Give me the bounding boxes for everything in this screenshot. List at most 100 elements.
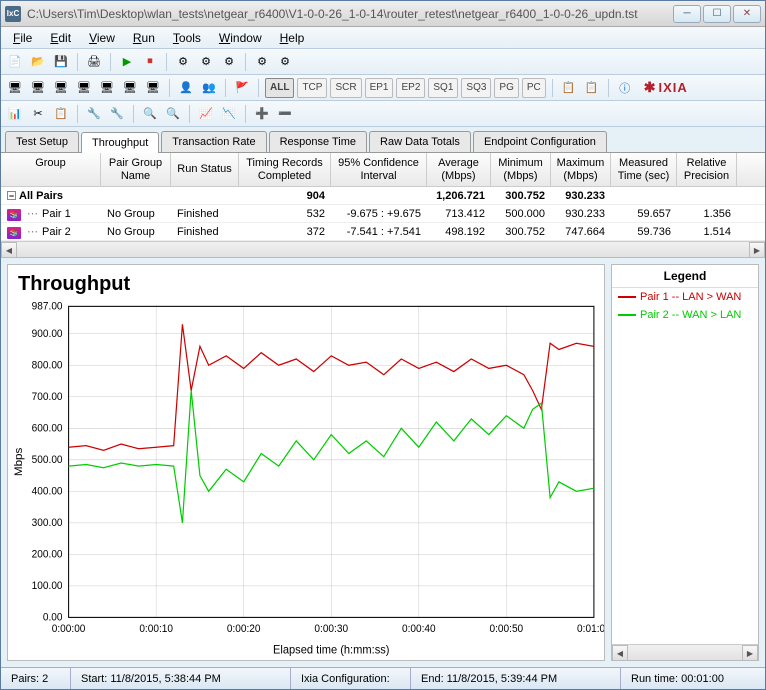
new-icon[interactable]: 📄 [5, 52, 25, 72]
results-grid: Group Pair Group Name Run Status Timing … [1, 153, 765, 258]
filter-sq1-button[interactable]: SQ1 [428, 78, 458, 98]
tab-transaction-rate[interactable]: Transaction Rate [161, 131, 266, 152]
svg-text:400.00: 400.00 [32, 487, 63, 498]
menu-help[interactable]: Help [272, 29, 313, 47]
svg-text:987.00: 987.00 [32, 302, 63, 313]
legend-title: Legend [612, 265, 758, 288]
net-icon-7[interactable]: 🖥 [143, 78, 163, 98]
net-icon-4[interactable]: 🖥 [74, 78, 94, 98]
net-icon-6[interactable]: 🖥 [120, 78, 140, 98]
tab-throughput[interactable]: Throughput [81, 132, 159, 153]
misc-icon-7[interactable]: 🔍 [163, 104, 183, 124]
tool-icon-4[interactable]: ⚙ [252, 52, 272, 72]
status-runtime: Run time: 00:01:00 [621, 668, 765, 689]
misc-icon-5[interactable]: 🔧 [107, 104, 127, 124]
menu-window[interactable]: Window [211, 29, 270, 47]
svg-text:0.00: 0.00 [43, 613, 63, 624]
col-pair-group[interactable]: Pair Group Name [101, 153, 171, 186]
close-button[interactable]: ✕ [733, 5, 761, 23]
net-icon-2[interactable]: 🖥 [28, 78, 48, 98]
save-icon[interactable]: 💾 [51, 52, 71, 72]
misc-icon-3[interactable]: 📋 [51, 104, 71, 124]
info-icon[interactable]: ⓘ [615, 78, 635, 98]
tool-icon-3[interactable]: ⚙ [219, 52, 239, 72]
legend-scroll-left-icon[interactable]: ◀ [612, 645, 628, 661]
scroll-track[interactable] [17, 242, 749, 257]
statusbar: Pairs: 2 Start: 11/8/2015, 5:38:44 PM Ix… [1, 667, 765, 689]
maximize-button[interactable]: ☐ [703, 5, 731, 23]
misc-icon-10[interactable]: ➕ [252, 104, 272, 124]
open-icon[interactable]: 📂 [28, 52, 48, 72]
col-relative-precision[interactable]: Relative Precision [677, 153, 737, 186]
menu-file[interactable]: File [5, 29, 40, 47]
misc-icon-2[interactable]: ✂ [28, 104, 48, 124]
tool-icon-1[interactable]: ⚙ [173, 52, 193, 72]
menu-view[interactable]: View [81, 29, 123, 47]
net-icon-3[interactable]: 🖥 [51, 78, 71, 98]
col-group[interactable]: Group [1, 153, 101, 186]
svg-text:Mbps: Mbps [13, 448, 25, 477]
tool-icon-5[interactable]: ⚙ [275, 52, 295, 72]
grid-header-row: Group Pair Group Name Run Status Timing … [1, 153, 765, 187]
col-confidence[interactable]: 95% Confidence Interval [331, 153, 427, 186]
doc-icon-1[interactable]: 📋 [559, 78, 579, 98]
svg-text:0:01:00: 0:01:00 [577, 624, 604, 635]
col-run-status[interactable]: Run Status [171, 153, 239, 186]
tab-response-time[interactable]: Response Time [269, 131, 367, 152]
col-timing[interactable]: Timing Records Completed [239, 153, 331, 186]
user-icon-2[interactable]: 👥 [199, 78, 219, 98]
filter-all-button[interactable]: ALL [265, 78, 294, 98]
svg-text:500.00: 500.00 [32, 455, 63, 466]
scroll-left-icon[interactable]: ◀ [1, 242, 17, 258]
menu-run[interactable]: Run [125, 29, 163, 47]
filter-pc-button[interactable]: PC [522, 78, 546, 98]
table-row[interactable]: −All Pairs9041,206.721300.752930.233 [1, 187, 765, 205]
minimize-button[interactable]: ─ [673, 5, 701, 23]
menu-tools[interactable]: Tools [165, 29, 209, 47]
print-icon[interactable]: 🖨 [84, 52, 104, 72]
misc-icon-8[interactable]: 📈 [196, 104, 216, 124]
filter-pg-button[interactable]: PG [494, 78, 518, 98]
misc-icon-6[interactable]: 🔍 [140, 104, 160, 124]
menu-edit[interactable]: Edit [42, 29, 79, 47]
doc-icon-2[interactable]: 📋 [582, 78, 602, 98]
scroll-right-icon[interactable]: ▶ [749, 242, 765, 258]
col-measured-time[interactable]: Measured Time (sec) [611, 153, 677, 186]
filter-sq3-button[interactable]: SQ3 [461, 78, 491, 98]
col-maximum[interactable]: Maximum (Mbps) [551, 153, 611, 186]
status-start: Start: 11/8/2015, 5:38:44 PM [71, 668, 291, 689]
flag-icon[interactable]: 🚩 [232, 78, 252, 98]
net-icon-1[interactable]: 🖥 [5, 78, 25, 98]
col-average[interactable]: Average (Mbps) [427, 153, 491, 186]
legend-scroll-right-icon[interactable]: ▶ [742, 645, 758, 661]
svg-text:Elapsed time (h:mm:ss): Elapsed time (h:mm:ss) [273, 644, 390, 656]
stop-icon[interactable]: ⏹ [140, 52, 160, 72]
tab-raw-data-totals[interactable]: Raw Data Totals [369, 131, 471, 152]
legend-item[interactable]: Pair 1 -- LAN > WAN [612, 288, 758, 306]
misc-icon-4[interactable]: 🔧 [84, 104, 104, 124]
filter-tcp-button[interactable]: TCP [297, 78, 327, 98]
misc-icon-9[interactable]: 📉 [219, 104, 239, 124]
run-icon[interactable]: ▶ [117, 52, 137, 72]
tool-icon-2[interactable]: ⚙ [196, 52, 216, 72]
status-pairs: Pairs: 2 [1, 668, 71, 689]
svg-text:0:00:40: 0:00:40 [402, 624, 436, 635]
filter-ep1-button[interactable]: EP1 [365, 78, 394, 98]
user-icon-1[interactable]: 👤 [176, 78, 196, 98]
chart-section: Throughput 0.00100.00200.00300.00400.005… [1, 258, 765, 667]
app-window: IxC C:\Users\Tim\Desktop\wlan_tests\netg… [0, 0, 766, 690]
misc-icon-11[interactable]: ➖ [275, 104, 295, 124]
net-icon-5[interactable]: 🖥 [97, 78, 117, 98]
grid-scrollbar-horizontal[interactable]: ◀ ▶ [1, 241, 765, 257]
col-minimum[interactable]: Minimum (Mbps) [491, 153, 551, 186]
svg-text:0:00:10: 0:00:10 [139, 624, 173, 635]
misc-icon-1[interactable]: 📊 [5, 104, 25, 124]
tab-test-setup[interactable]: Test Setup [5, 131, 79, 152]
filter-ep2-button[interactable]: EP2 [396, 78, 425, 98]
filter-scr-button[interactable]: SCR [330, 78, 361, 98]
legend-scrollbar[interactable]: ◀ ▶ [612, 644, 758, 660]
table-row[interactable]: 📚⋯Pair 1No GroupFinished532-9.675 : +9.6… [1, 205, 765, 223]
legend-item[interactable]: Pair 2 -- WAN > LAN [612, 306, 758, 324]
table-row[interactable]: 📚⋯Pair 2No GroupFinished372-7.541 : +7.5… [1, 223, 765, 241]
tab-endpoint-config[interactable]: Endpoint Configuration [473, 131, 607, 152]
